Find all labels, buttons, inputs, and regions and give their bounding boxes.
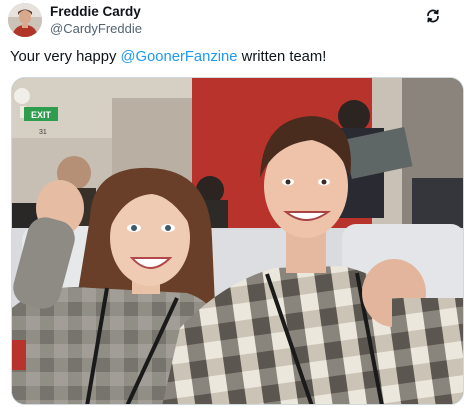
author-handle[interactable]: @CardyFreddie — [50, 20, 142, 37]
author-names: Freddie Cardy @CardyFreddie — [50, 3, 142, 37]
tweet-header: Freddie Cardy @CardyFreddie — [8, 3, 142, 37]
tweet-photo[interactable]: EXIT 31 — [11, 77, 464, 405]
circular-arrows-icon[interactable] — [425, 8, 441, 24]
tweet-card: Freddie Cardy @CardyFreddie Your very ha… — [0, 0, 475, 407]
selfie-photo: EXIT 31 — [12, 78, 463, 404]
exit-sign: EXIT — [24, 107, 58, 121]
tweet-text-after: written team! — [237, 49, 327, 65]
mention-link[interactable]: @GoonerFanzine — [121, 49, 238, 65]
svg-text:EXIT: EXIT — [31, 110, 52, 120]
user-avatar[interactable] — [8, 3, 42, 37]
row-number: 31 — [39, 129, 47, 136]
tweet-text-before: Your very happy — [10, 49, 121, 65]
avatar-photo-icon — [8, 3, 42, 37]
author-display-name[interactable]: Freddie Cardy — [50, 3, 142, 20]
tweet-text: Your very happy @GoonerFanzine written t… — [10, 48, 326, 67]
